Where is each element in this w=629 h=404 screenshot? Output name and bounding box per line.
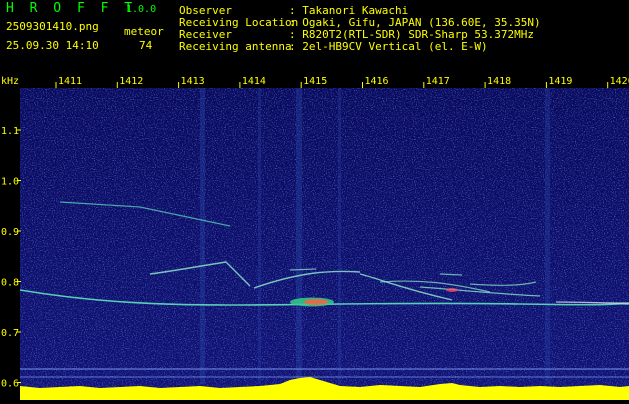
time-tick-label: 1413	[181, 76, 205, 87]
meteor-echo	[304, 299, 328, 305]
time-tick-label: 1420	[610, 76, 629, 87]
time-tick-label: 1416	[364, 76, 388, 87]
header-panel: H R O F F T 1.0.0 2509301410.png meteor …	[0, 0, 629, 74]
freq-tick-label: 0.6	[1, 379, 19, 390]
time-tick-label: 1415	[303, 76, 327, 87]
info-value-antenna: : 2el-HB9CV Vertical (el. E-W)	[289, 40, 488, 53]
spectrogram-noise	[20, 88, 629, 400]
info-label-antenna: Receiving antenna	[179, 40, 292, 53]
capture-datetime: 25.09.30 14:10	[6, 39, 99, 52]
freq-tick-label: 0.8	[1, 278, 19, 289]
stripe	[258, 88, 261, 384]
time-tick-label: 1419	[548, 76, 572, 87]
meteor-echo	[446, 288, 458, 292]
stripe	[338, 88, 341, 384]
freq-tick-label: 1.1	[1, 126, 19, 137]
spectrogram-panel: kHz 1411 1412 1413 1414 1415 1416 1417 1418 1419…	[0, 74, 629, 400]
time-tick-label: 1417	[426, 76, 450, 87]
app-version: 1.0.0	[126, 4, 157, 15]
time-tick-label: 1414	[242, 76, 266, 87]
stripe	[200, 88, 205, 384]
axis-unit-label: kHz	[1, 76, 19, 87]
image-filename: 2509301410.png	[6, 20, 99, 33]
time-tick-label: 1412	[119, 76, 143, 87]
time-tick-label: 1411	[58, 76, 82, 87]
meteor-count: 74	[139, 39, 153, 52]
freq-tick-label: 0.7	[1, 328, 19, 339]
meteor-label: meteor	[124, 25, 164, 38]
freq-tick-label: 0.9	[1, 227, 19, 238]
spectrogram-plot: kHz 1411 1412 1413 1414 1415 1416 1417 1418 1419…	[0, 74, 629, 400]
stripe	[296, 88, 302, 384]
time-tick-label: 1418	[487, 76, 511, 87]
stripe	[545, 88, 550, 384]
freq-tick-label: 1.0	[1, 177, 19, 188]
app-title: H R O F F T	[6, 1, 137, 16]
